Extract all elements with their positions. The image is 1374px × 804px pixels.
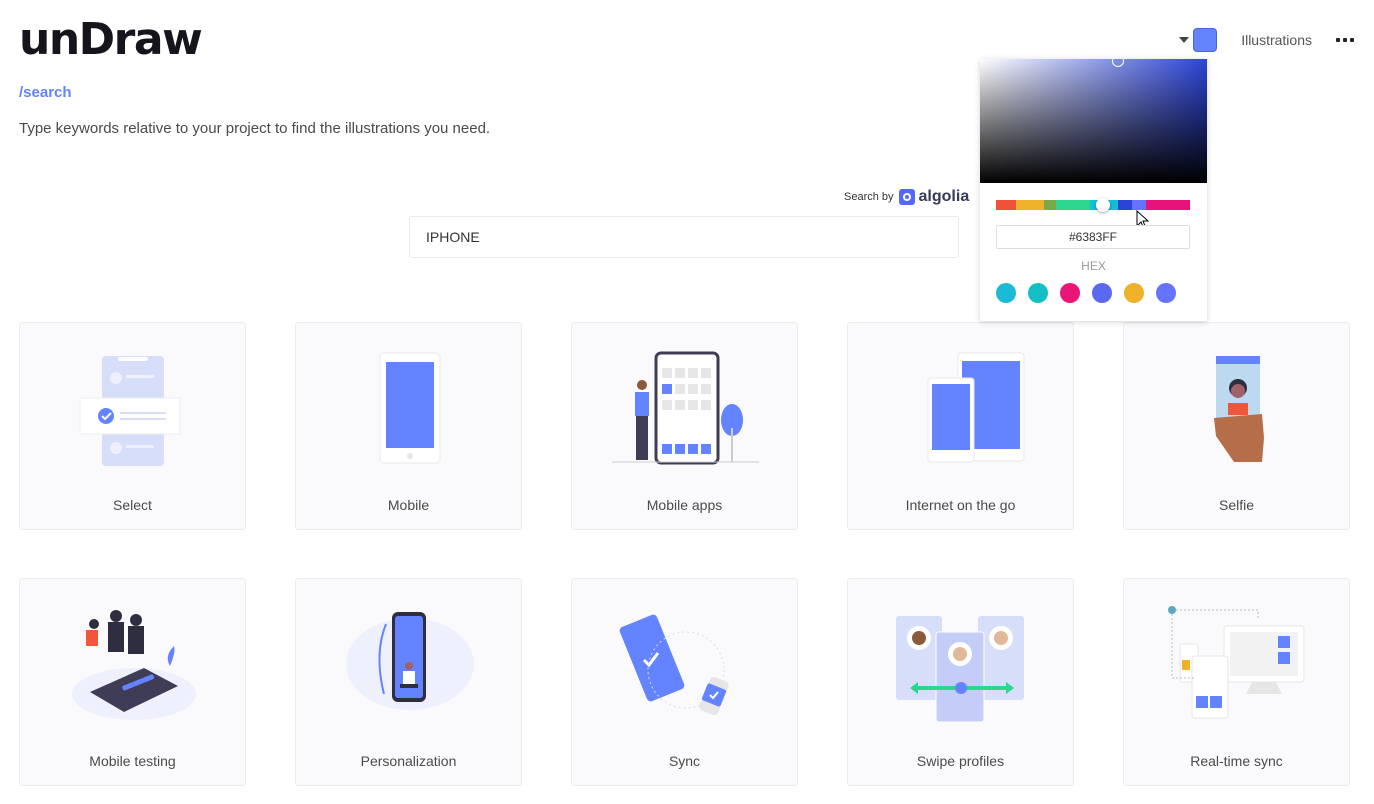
preset-swatch[interactable] [1156, 283, 1176, 303]
preset-swatches [996, 283, 1176, 303]
illustration-swipe-profiles-icon [896, 616, 1024, 723]
illustration-title: Mobile testing [89, 753, 176, 769]
hue-slider[interactable] [996, 200, 1190, 210]
hue-segment[interactable] [1118, 200, 1132, 210]
illustration-title: Real-time sync [1190, 753, 1283, 769]
search-by-label: Search by [844, 191, 894, 203]
hue-segment[interactable] [1056, 200, 1090, 210]
illustration-title: Select [113, 497, 152, 513]
illustration-mobile-testing-icon [72, 610, 196, 720]
hue-segment[interactable] [1132, 200, 1146, 210]
illustration-card[interactable]: Select [19, 322, 246, 530]
saturation-handle[interactable] [1112, 59, 1124, 67]
search-by-algolia[interactable]: Search by algolia [844, 188, 969, 206]
preset-swatch[interactable] [996, 283, 1016, 303]
illustration-title: Swipe profiles [916, 753, 1005, 769]
illustration-sync-icon [619, 614, 729, 716]
illustration-title: Personalization [360, 753, 457, 769]
ellipsis-icon[interactable] [1336, 38, 1354, 42]
illustration-selfie-icon [1214, 356, 1264, 462]
preset-swatch[interactable] [1124, 283, 1144, 303]
illustration-card[interactable]: Mobile [295, 322, 522, 530]
illustration-card[interactable]: Mobile apps [571, 322, 798, 530]
illustration-mobile-icon [379, 352, 441, 464]
page-intro: Type keywords relative to your project t… [19, 120, 491, 137]
preset-swatch[interactable] [1028, 283, 1048, 303]
illustration-title: Mobile [387, 497, 430, 513]
illustration-card[interactable]: Internet on the go [847, 322, 1074, 530]
illustration-mobile-apps-icon [612, 351, 759, 465]
illustration-internet-on-the-go-icon [927, 352, 1025, 463]
illustration-title: Internet on the go [905, 497, 1016, 513]
illustration-select-icon [79, 356, 181, 466]
algolia-logo-icon [898, 189, 915, 205]
illustrations-link[interactable]: Illustrations [1241, 32, 1312, 48]
search-input[interactable] [409, 216, 959, 258]
illustration-title: Sync [668, 753, 701, 769]
hex-label: HEX [1081, 259, 1106, 273]
accent-color-button[interactable] [1193, 28, 1218, 52]
hue-segment[interactable] [1016, 200, 1044, 210]
saturation-area[interactable] [980, 59, 1207, 183]
illustration-card[interactable]: Mobile testing [19, 578, 246, 786]
hue-segment[interactable] [996, 200, 1016, 210]
illustration-title: Mobile apps [646, 497, 723, 513]
top-nav: Illustrations [1179, 28, 1354, 52]
illustration-card[interactable]: Real-time sync [1123, 578, 1350, 786]
illustration-title: Selfie [1218, 497, 1255, 513]
illustration-card[interactable]: Selfie [1123, 322, 1350, 530]
hue-segment[interactable] [1146, 200, 1190, 210]
preset-swatch[interactable] [1092, 283, 1112, 303]
preset-swatch[interactable] [1060, 283, 1080, 303]
page-route: /search [19, 84, 72, 101]
illustration-card[interactable]: Sync [571, 578, 798, 786]
illustration-real-time-sync-icon [1168, 606, 1305, 719]
hue-slider-thumb[interactable] [1096, 198, 1110, 212]
algolia-name: algolia [918, 188, 970, 205]
color-dropdown-caret-icon[interactable] [1179, 37, 1190, 43]
app-logo[interactable]: unDraw [19, 14, 203, 65]
illustration-personalization-icon [346, 612, 474, 710]
illustration-card[interactable]: Swipe profiles [847, 578, 1074, 786]
color-picker-popover: HEX [980, 59, 1207, 321]
hue-segment[interactable] [1044, 200, 1056, 210]
illustration-card[interactable]: Personalization [295, 578, 522, 786]
hex-input[interactable] [996, 225, 1190, 249]
